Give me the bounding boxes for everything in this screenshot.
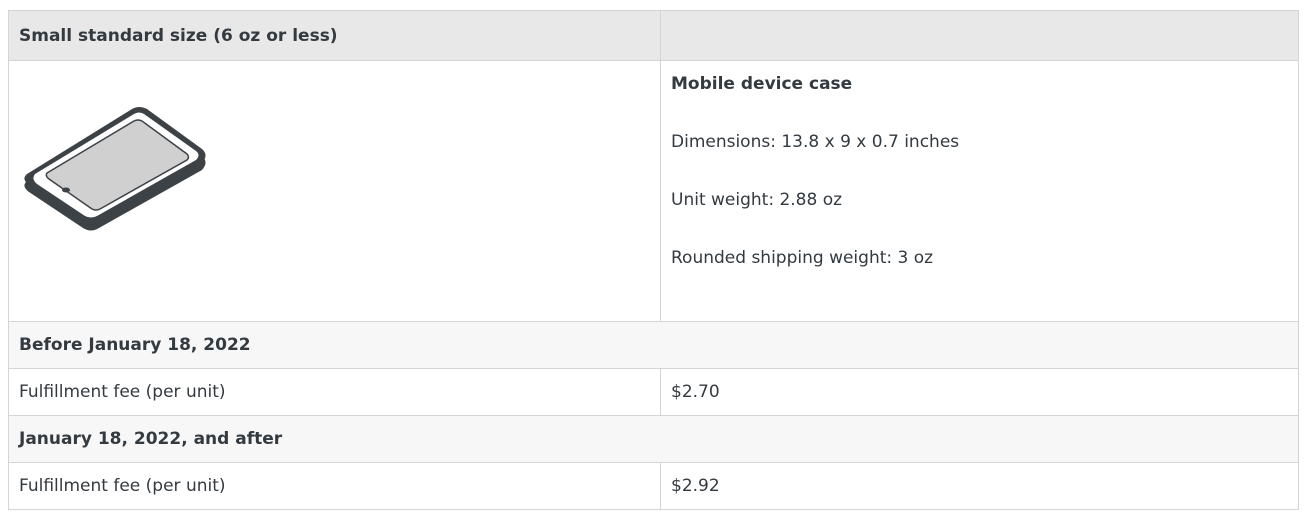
fee-row-before: Fulfillment fee (per unit) $2.70 [8, 368, 1299, 416]
period-row-after: January 18, 2022, and after [8, 415, 1299, 463]
product-row: Mobile device case Dimensions: 13.8 x 9 … [8, 60, 1299, 322]
period-label: Before January 18, 2022 [8, 321, 1299, 369]
product-shipping-weight: Rounded shipping weight: 3 oz [671, 248, 934, 268]
fee-table: Small standard size (6 oz or less) Mobil… [8, 10, 1299, 510]
period-row-before: Before January 18, 2022 [8, 321, 1299, 369]
fee-row-after: Fulfillment fee (per unit) $2.92 [8, 462, 1299, 510]
product-name: Mobile device case [671, 74, 853, 94]
tablet-icon [24, 107, 206, 231]
product-image-cell [8, 60, 661, 322]
fee-value: $2.70 [660, 368, 1299, 416]
period-label: January 18, 2022, and after [8, 415, 1299, 463]
header-empty-cell [660, 10, 1299, 61]
product-unit-weight: Unit weight: 2.88 oz [671, 190, 843, 210]
fee-label: Fulfillment fee (per unit) [8, 368, 661, 416]
size-tier-header: Small standard size (6 oz or less) [8, 10, 661, 61]
product-info-cell: Mobile device case Dimensions: 13.8 x 9 … [660, 60, 1299, 322]
fee-value: $2.92 [660, 462, 1299, 510]
product-dimensions: Dimensions: 13.8 x 9 x 0.7 inches [671, 132, 960, 152]
table-header-row: Small standard size (6 oz or less) [8, 10, 1299, 61]
fee-label: Fulfillment fee (per unit) [8, 462, 661, 510]
